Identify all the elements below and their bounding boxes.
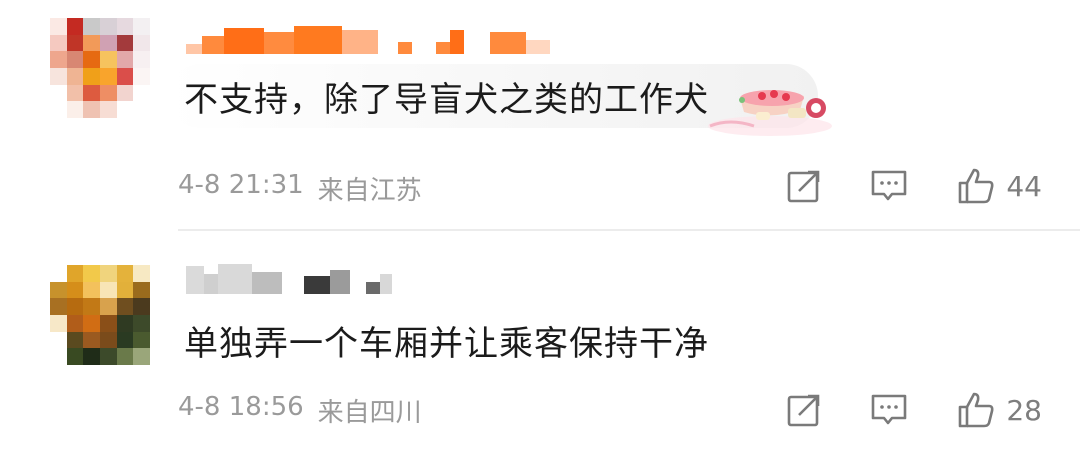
like-count: 44 [1006, 169, 1042, 203]
fruit-bowl-icon [708, 90, 832, 136]
comment-time: 4-8 18:56 [178, 392, 304, 422]
comment-bubble: 单独弄一个车厢并让乘客保持干净 [168, 308, 788, 372]
username-obscured[interactable] [186, 264, 392, 294]
comment-time: 4-8 21:31 [178, 170, 304, 200]
like-button[interactable]: 44 [956, 166, 1042, 206]
comment-item: 不支持，除了导盲犬之类的工作犬 4-8 21:31 来自江苏 44 [0, 0, 1080, 231]
comment-text: 单独弄一个车厢并让乘客保持干净 [184, 323, 709, 364]
comment-icon [872, 394, 907, 425]
comment-item: 单独弄一个车厢并让乘客保持干净 4-8 18:56 来自四川 28 [0, 232, 1080, 465]
thumbs-up-icon [959, 392, 994, 428]
share-button[interactable] [786, 168, 822, 204]
comment-location: 来自四川 [317, 398, 422, 428]
like-count: 28 [1006, 393, 1042, 427]
avatar[interactable] [50, 265, 150, 365]
reply-button[interactable] [870, 168, 908, 204]
share-button[interactable] [786, 392, 822, 428]
share-icon [788, 170, 820, 203]
comment-actions: 28 [786, 390, 1042, 430]
username-obscured[interactable] [186, 24, 550, 54]
share-icon [788, 394, 820, 427]
comment-icon [872, 170, 907, 201]
comment-text: 不支持，除了导盲犬之类的工作犬 [184, 79, 709, 120]
comment-location: 来自江苏 [317, 176, 422, 206]
divider [178, 229, 1080, 231]
comment-actions: 44 [786, 166, 1042, 206]
comment-meta: 4-8 18:56 来自四川 [178, 392, 422, 429]
reply-button[interactable] [870, 392, 908, 428]
comment-meta: 4-8 21:31 来自江苏 [178, 170, 422, 207]
thumbs-up-icon [959, 168, 994, 204]
avatar[interactable] [50, 18, 150, 118]
like-button[interactable]: 28 [956, 390, 1042, 430]
